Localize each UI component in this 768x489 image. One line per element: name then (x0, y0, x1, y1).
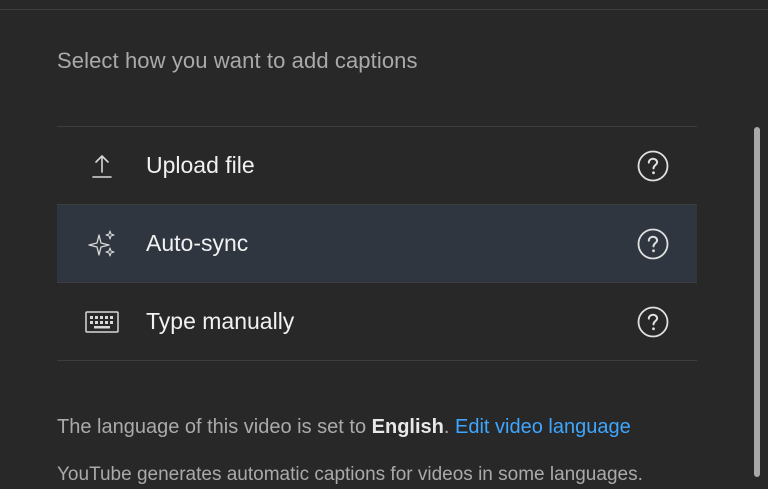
help-circle-icon[interactable] (637, 306, 669, 338)
keyboard-icon (85, 305, 119, 339)
language-separator: . (443, 416, 455, 438)
top-divider (0, 9, 768, 10)
scrollbar-thumb[interactable] (754, 127, 760, 477)
language-value: English (371, 416, 444, 438)
language-prefix: The language of this video is set to (57, 416, 372, 438)
option-label-upload-file: Upload file (146, 152, 255, 178)
option-upload-file[interactable]: Upload file (57, 127, 697, 205)
option-label-auto-sync: Auto-sync (146, 230, 249, 256)
option-label-type-manually: Type manually (146, 308, 295, 334)
help-circle-icon[interactable] (637, 150, 669, 182)
help-circle-icon[interactable] (637, 228, 669, 260)
video-language-line: The language of this video is set to Eng… (57, 416, 631, 439)
dialog-heading: Select how you want to add captions (57, 48, 418, 73)
sparkle-icon (85, 227, 119, 261)
caption-options-list: Upload file Auto-sync Type manually (57, 126, 697, 361)
option-type-manually[interactable]: Type manually (57, 283, 697, 361)
edit-video-language-link[interactable]: Edit video language (455, 416, 631, 438)
option-auto-sync[interactable]: Auto-sync (57, 205, 697, 283)
upload-icon (85, 149, 119, 183)
captions-dialog: Select how you want to add captions Uplo… (0, 0, 768, 489)
auto-caption-note: YouTube generates automatic captions for… (57, 464, 643, 485)
